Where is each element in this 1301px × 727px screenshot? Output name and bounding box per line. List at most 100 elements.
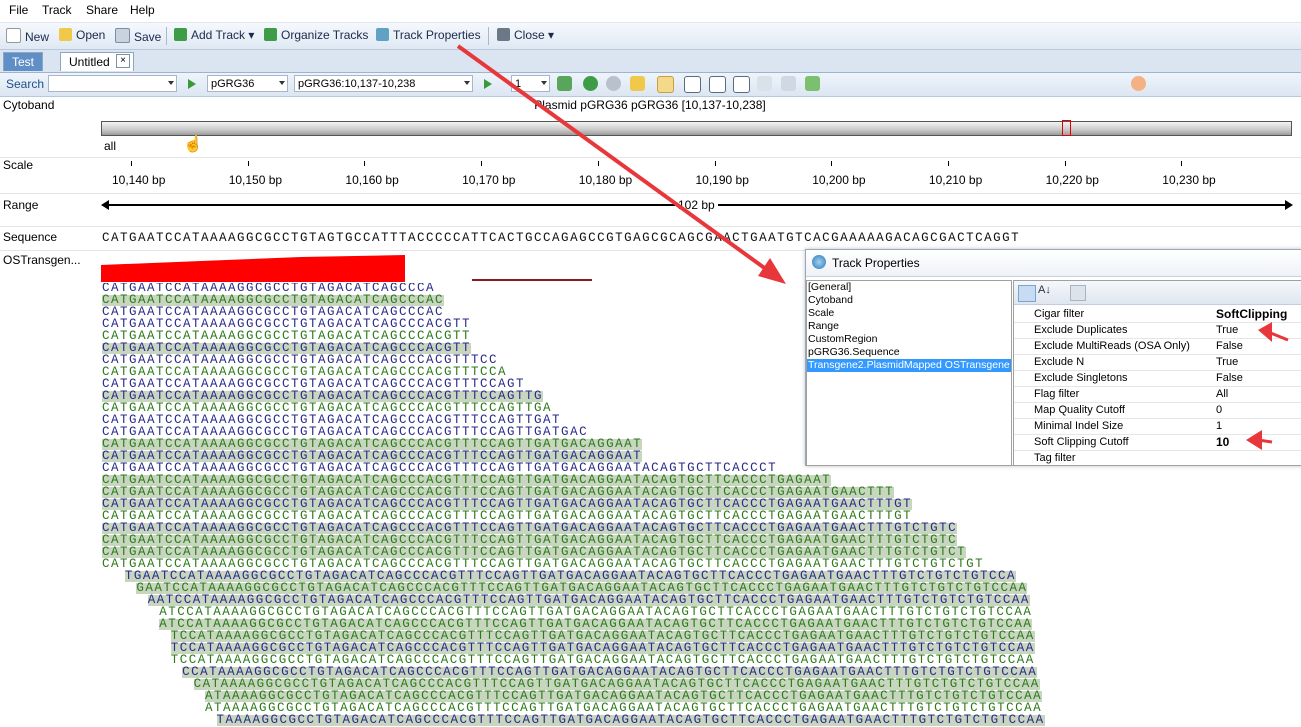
property-name: Flag filter: [1034, 388, 1080, 400]
add-track-button[interactable]: Add Track ▾: [174, 28, 254, 42]
track-node-item[interactable]: pGRG36.Sequence: [807, 346, 1011, 359]
region-value: pGRG36:10,137-10,238: [298, 78, 416, 90]
region-marker: [1062, 120, 1071, 136]
add-track-label: Add Track: [191, 28, 246, 42]
property-toolbar: A↓: [1014, 281, 1301, 305]
scale-tick-label: 10,160 bp: [345, 173, 399, 187]
property-value[interactable]: True: [1216, 322, 1238, 338]
genome-select[interactable]: pGRG36: [207, 75, 288, 92]
go-arrow-icon[interactable]: [188, 79, 196, 89]
scale-tick-mark: [247, 161, 249, 166]
property-value[interactable]: All: [1216, 386, 1228, 402]
new-button[interactable]: New: [6, 28, 49, 44]
save-button[interactable]: Save: [115, 28, 161, 44]
copy-icon[interactable]: [781, 76, 796, 91]
menu-file[interactable]: File: [9, 3, 28, 17]
property-value[interactable]: False: [1216, 338, 1243, 354]
coverage-plot: [101, 255, 405, 282]
property-value[interactable]: True: [1216, 354, 1238, 370]
tab-test[interactable]: Test: [3, 52, 44, 71]
track-node-list[interactable]: [General] Cytoband Scale Range CustomRegion p…: [806, 280, 1012, 466]
tab-close-icon[interactable]: ×: [116, 54, 130, 68]
menu-bar: File Track Share Help: [0, 0, 1301, 23]
refresh-icon[interactable]: [557, 76, 572, 91]
chevron-down-icon: [168, 81, 174, 85]
hand-cursor-icon: ☝: [183, 136, 203, 153]
organize-tracks-button[interactable]: Organize Tracks: [264, 28, 368, 42]
back-icon[interactable]: [583, 76, 598, 91]
range-label: Range: [3, 198, 39, 212]
property-row[interactable]: Tag filter: [1014, 450, 1301, 467]
scale-tick-label: 10,140 bp: [112, 173, 166, 187]
sequence-label: Sequence: [3, 230, 58, 244]
property-grid: A↓ Cigar filter SoftClipping Exclude Dupli…: [1013, 280, 1301, 467]
scale-tick-label: 10,150 bp: [228, 173, 283, 187]
menu-help[interactable]: Help: [130, 3, 155, 17]
close-button[interactable]: Close ▾: [497, 28, 554, 42]
properties-icon: [376, 28, 389, 41]
track-label[interactable]: OSTransgen...: [3, 253, 81, 267]
grid-icon[interactable]: [709, 76, 726, 93]
open-button[interactable]: Open: [59, 28, 105, 42]
save-label: Save: [134, 30, 162, 44]
pointer-icon[interactable]: [657, 76, 674, 93]
scale-tick-mark: [831, 161, 833, 166]
go-region-icon[interactable]: [484, 79, 492, 89]
property-row[interactable]: Cigar filter SoftClipping: [1014, 306, 1301, 323]
property-name: Exclude Singletons: [1034, 372, 1128, 384]
zoom-icon[interactable]: [1131, 76, 1146, 91]
property-value[interactable]: False: [1216, 370, 1243, 386]
open-label: Open: [76, 28, 106, 42]
track-node-item[interactable]: Scale: [807, 307, 1011, 320]
property-value[interactable]: 10: [1216, 434, 1229, 450]
property-value[interactable]: 1: [1216, 418, 1222, 434]
new-file-icon: [6, 28, 21, 43]
cytoband-bar[interactable]: [101, 121, 1292, 136]
property-pages-icon[interactable]: [1070, 285, 1086, 301]
zoom-select[interactable]: 1: [511, 75, 550, 92]
new-label: New: [25, 30, 50, 44]
region-select[interactable]: pGRG36:10,137-10,238: [294, 75, 473, 92]
range-value: 102 bp: [675, 198, 718, 212]
export-icon[interactable]: [805, 76, 820, 91]
property-row[interactable]: Soft Clipping Cutoff 10: [1014, 434, 1301, 451]
property-row[interactable]: Exclude Singletons False: [1014, 370, 1301, 387]
track-node-item[interactable]: [General]: [807, 281, 1011, 294]
fit-icon[interactable]: [733, 76, 750, 93]
property-row[interactable]: Exclude Duplicates True: [1014, 322, 1301, 339]
track-node-item[interactable]: Cytoband: [807, 294, 1011, 307]
property-name: Exclude N: [1034, 356, 1085, 368]
tab-test-label: Test: [12, 55, 35, 69]
scale-tick-label: 10,180 bp: [578, 173, 633, 187]
dialog-titlebar: Track Properties: [806, 250, 1301, 277]
sort-alpha-icon[interactable]: A↓: [1038, 284, 1051, 296]
property-value[interactable]: 0: [1216, 402, 1222, 418]
property-value[interactable]: SoftClipping: [1216, 306, 1287, 322]
menu-track[interactable]: Track: [42, 3, 72, 17]
property-row[interactable]: Minimal Indel Size 1: [1014, 418, 1301, 435]
search-input[interactable]: [48, 75, 177, 92]
divider: [0, 193, 1301, 194]
zoom-value: 1: [515, 78, 522, 90]
add-track-icon: [174, 28, 187, 41]
track-node-item[interactable]: CustomRegion: [807, 333, 1011, 346]
abc-icon[interactable]: [757, 76, 772, 91]
search-label: Search: [6, 77, 45, 91]
property-name: Cigar filter: [1034, 308, 1085, 320]
property-row[interactable]: Exclude N True: [1014, 354, 1301, 371]
menu-share[interactable]: Share: [86, 3, 118, 17]
track-properties-button[interactable]: Track Properties: [376, 28, 481, 42]
property-row[interactable]: Flag filter All: [1014, 386, 1301, 403]
track-node-item[interactable]: Range: [807, 320, 1011, 333]
forward-icon[interactable]: [606, 76, 621, 91]
categorized-icon[interactable]: [1018, 285, 1036, 302]
scale-tick-label: 10,190 bp: [695, 173, 749, 187]
property-row[interactable]: Exclude MultiReads (OSA Only) False: [1014, 338, 1301, 355]
property-name: Map Quality Cutoff: [1034, 404, 1125, 416]
property-name: Exclude Duplicates: [1034, 324, 1128, 336]
track-node-item[interactable]: Transgene2.PlasmidMapped OSTransgene: [807, 359, 1011, 372]
window-icon[interactable]: [684, 76, 701, 93]
sequence-bases: CATGAATCCATAAAAGGCGCCTGTAGTGCCATTTACCCCC…: [102, 231, 1021, 245]
property-row[interactable]: Map Quality Cutoff 0: [1014, 402, 1301, 419]
bookmark-icon[interactable]: [630, 76, 645, 91]
